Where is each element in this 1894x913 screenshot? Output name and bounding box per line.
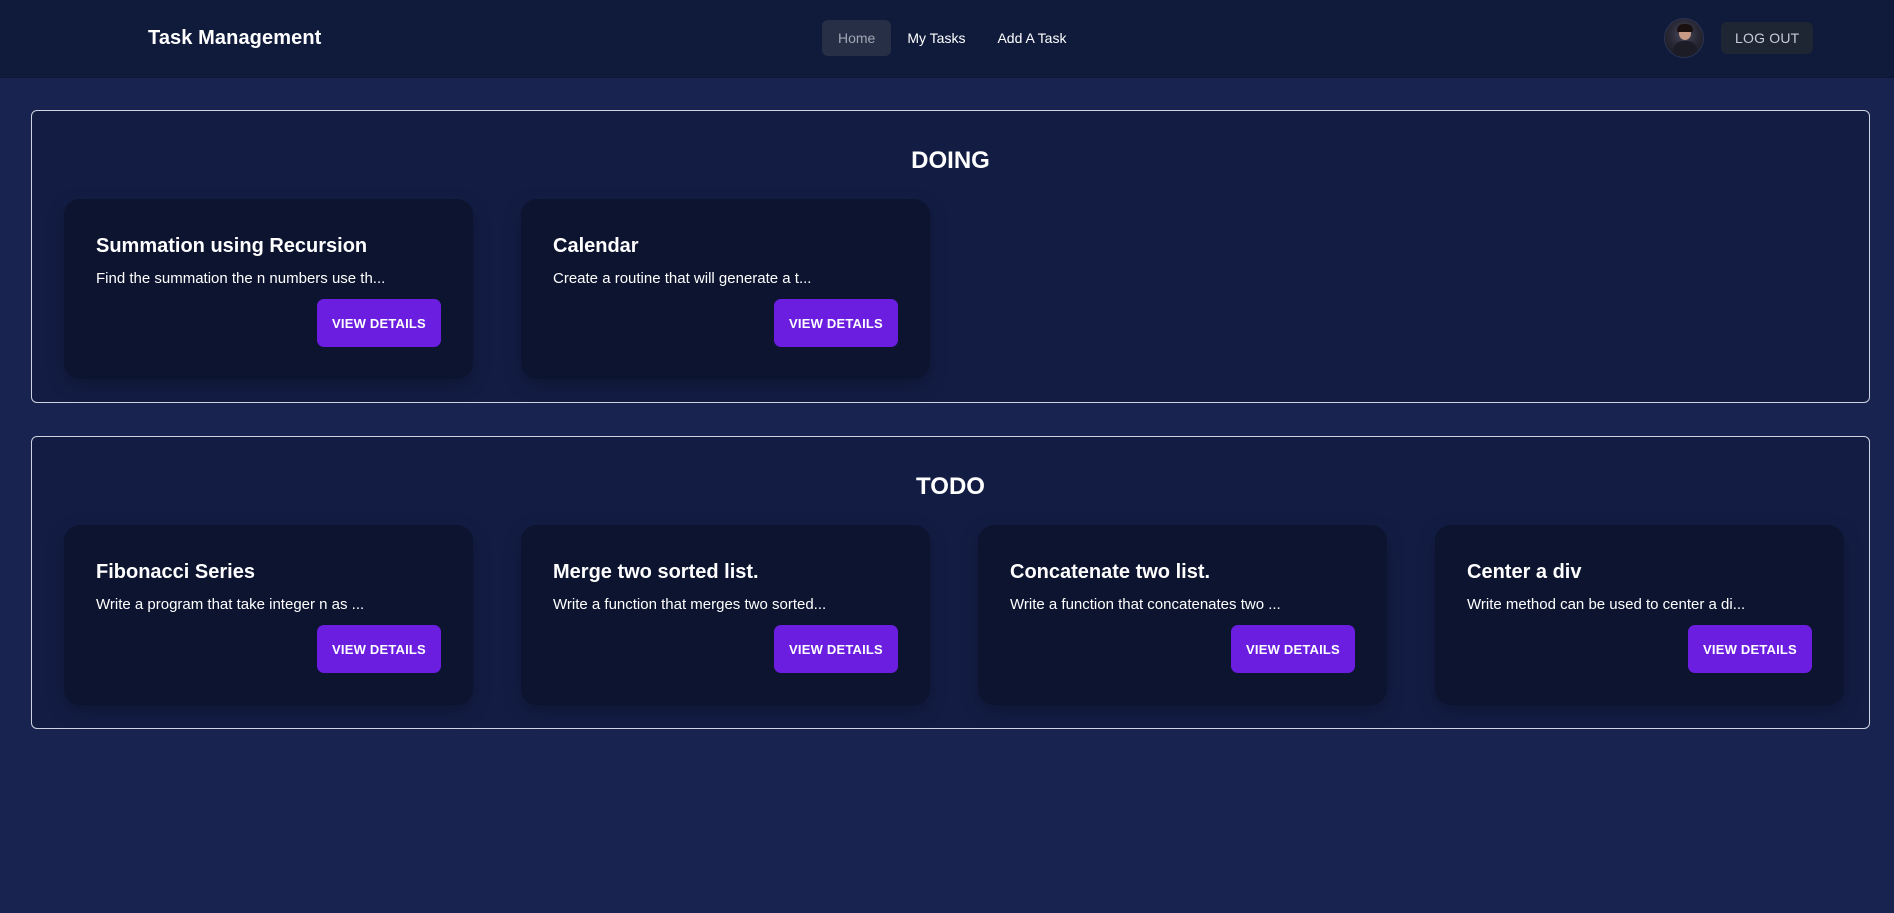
task-description: Write a function that concatenates two .… — [1010, 596, 1281, 613]
task-card: Fibonacci Series Write a program that ta… — [64, 525, 473, 705]
view-details-button[interactable]: VIEW DETAILS — [317, 625, 441, 673]
task-description: Create a routine that will generate a t.… — [553, 270, 812, 287]
view-details-button[interactable]: VIEW DETAILS — [1231, 625, 1355, 673]
view-details-button[interactable]: VIEW DETAILS — [774, 299, 898, 347]
nav-link-home[interactable]: Home — [822, 20, 892, 56]
view-details-button[interactable]: VIEW DETAILS — [1688, 625, 1812, 673]
section-doing: DOING Summation using Recursion Find the… — [31, 110, 1870, 403]
task-title: Fibonacci Series — [96, 561, 255, 583]
section-title: TODO — [916, 473, 985, 500]
task-card: Calendar Create a routine that will gene… — [521, 199, 930, 379]
section-todo: TODO Fibonacci Series Write a program th… — [31, 436, 1870, 729]
view-details-button[interactable]: VIEW DETAILS — [774, 625, 898, 673]
avatar-body — [1673, 41, 1697, 57]
avatar[interactable] — [1664, 18, 1704, 58]
task-card: Merge two sorted list. Write a function … — [521, 525, 930, 705]
task-title: Center a div — [1467, 561, 1582, 583]
nav-links: Home My Tasks Add A Task — [822, 20, 1082, 56]
view-details-button[interactable]: VIEW DETAILS — [317, 299, 441, 347]
navbar: Task Management Home My Tasks Add A Task… — [0, 0, 1894, 78]
brand-title[interactable]: Task Management — [148, 27, 321, 50]
logout-button[interactable]: LOG OUT — [1721, 22, 1814, 54]
task-description: Write a function that merges two sorted.… — [553, 596, 827, 613]
nav-link-add-task[interactable]: Add A Task — [981, 20, 1082, 56]
section-title: DOING — [911, 147, 990, 174]
task-description: Find the summation the n numbers use th.… — [96, 270, 386, 287]
task-card: Summation using Recursion Find the summa… — [64, 199, 473, 379]
task-title: Summation using Recursion — [96, 235, 368, 257]
nav-link-my-tasks[interactable]: My Tasks — [891, 20, 981, 56]
task-title: Calendar — [553, 235, 639, 257]
task-title: Merge two sorted list. — [553, 561, 759, 583]
task-description: Write a program that take integer n as .… — [96, 596, 365, 613]
avatar-hair — [1677, 24, 1693, 32]
task-title: Concatenate two list. — [1010, 561, 1211, 583]
task-card: Center a div Write method can be used to… — [1435, 525, 1844, 705]
task-description: Write method can be used to center a di.… — [1467, 596, 1746, 613]
task-card: Concatenate two list. Write a function t… — [978, 525, 1387, 705]
